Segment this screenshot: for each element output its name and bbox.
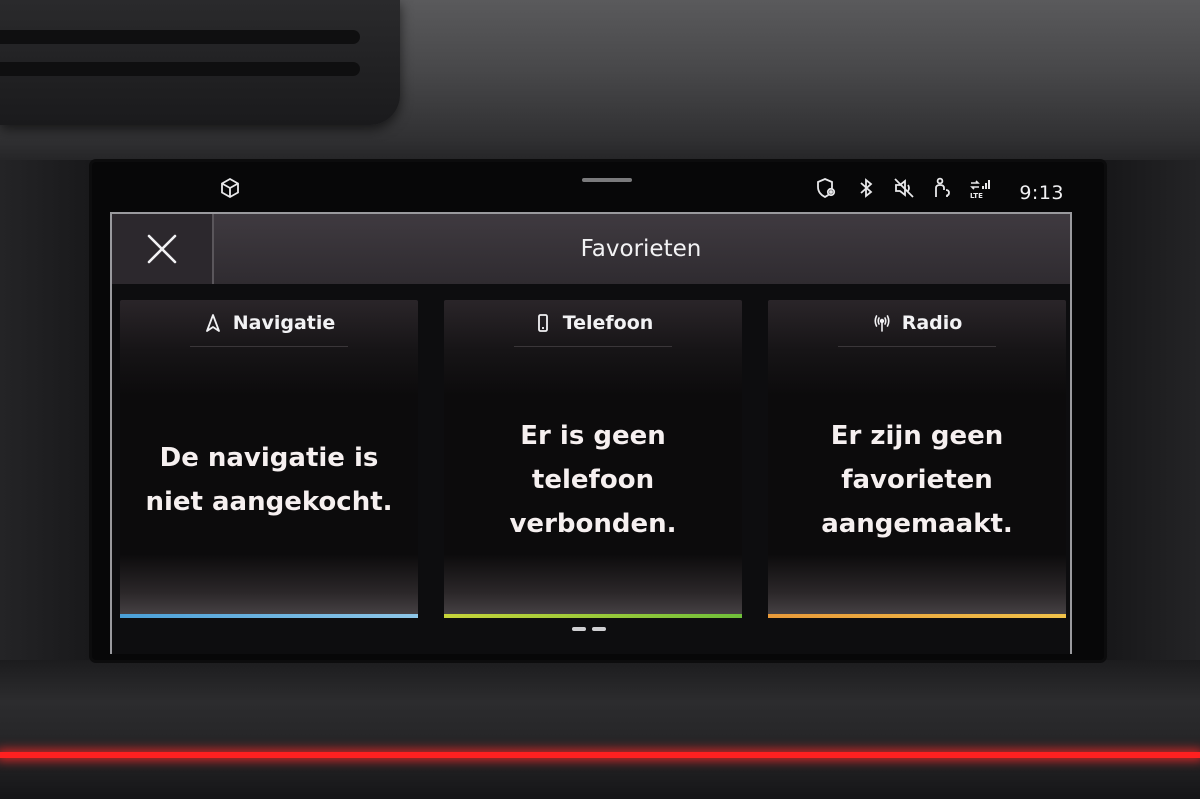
- card-message: De navigatie is niet aangekocht.: [145, 443, 393, 517]
- card-message: Er is geen telefoon verbonden.: [509, 421, 677, 539]
- phone-icon: [533, 313, 553, 333]
- close-icon: [147, 234, 177, 264]
- vent-slot: [0, 62, 360, 76]
- favorite-card-phone[interactable]: Telefoon Er is geen telefoon verbonden.: [444, 300, 742, 618]
- passenger-airbag-icon: [930, 176, 954, 200]
- close-button[interactable]: [112, 214, 214, 284]
- card-accent-bar: [120, 614, 418, 618]
- card-accent-bar: [768, 614, 1066, 618]
- card-title: Navigatie: [232, 312, 336, 334]
- card-message: Er zijn geen favorieten aangemaakt.: [821, 421, 1013, 539]
- drag-handle[interactable]: [582, 178, 632, 182]
- bezel-right: [1090, 160, 1200, 680]
- page-indicator: [572, 627, 606, 631]
- card-divider: [190, 346, 348, 347]
- infotainment-screen: LTE 9:13 Favorieten Navigatie De navigat…: [92, 162, 1104, 660]
- card-divider: [514, 346, 672, 347]
- shield-location-icon: [814, 176, 838, 200]
- favorites-dialog: Favorieten Navigatie De navigatie is nie…: [110, 212, 1072, 654]
- cube-icon[interactable]: [218, 176, 242, 200]
- lte-signal-icon: LTE: [968, 176, 992, 200]
- favorite-card-navigation[interactable]: Navigatie De navigatie is niet aangekoch…: [120, 300, 418, 618]
- radio-antenna-icon: [872, 313, 892, 333]
- air-vent: [0, 0, 400, 125]
- favorites-cards: Navigatie De navigatie is niet aangekoch…: [120, 300, 1066, 620]
- navigation-arrow-icon: [203, 313, 223, 333]
- clock: 9:13: [1019, 182, 1064, 204]
- card-header: Telefoon: [444, 300, 742, 346]
- speaker-muted-icon: [892, 176, 916, 200]
- card-divider: [838, 346, 996, 347]
- ambient-light-strip: [0, 752, 1200, 758]
- card-header: Navigatie: [120, 300, 418, 346]
- vent-slot: [0, 30, 360, 44]
- card-accent-bar: [444, 614, 742, 618]
- favorite-card-radio[interactable]: Radio Er zijn geen favorieten aangemaakt…: [768, 300, 1066, 618]
- card-header: Radio: [768, 300, 1066, 346]
- svg-text:LTE: LTE: [970, 192, 983, 200]
- bluetooth-icon: [854, 176, 878, 200]
- status-bar: LTE 9:13: [92, 162, 1104, 214]
- dashboard-bottom: [0, 660, 1200, 799]
- card-title: Telefoon: [562, 312, 654, 334]
- dialog-title: Favorieten: [580, 236, 702, 262]
- page-dot[interactable]: [572, 627, 586, 631]
- page-dot[interactable]: [592, 627, 606, 631]
- dialog-header: Favorieten: [112, 214, 1070, 284]
- card-title: Radio: [901, 312, 963, 334]
